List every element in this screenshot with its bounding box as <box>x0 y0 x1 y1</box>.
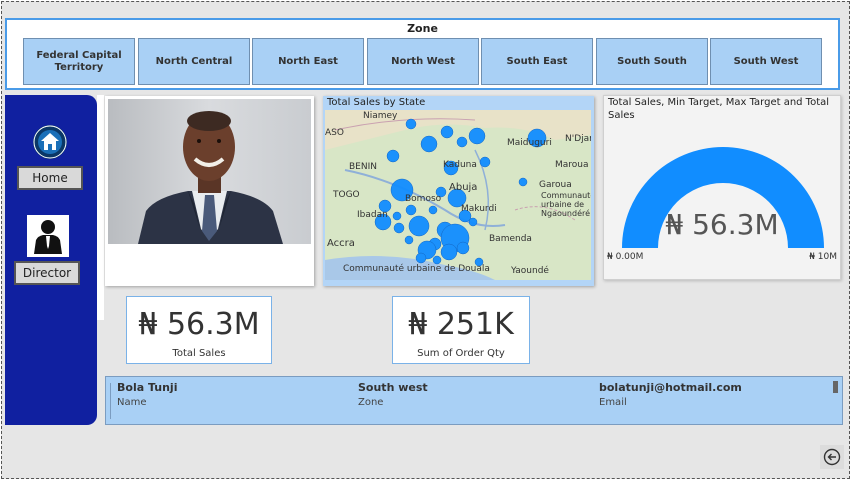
director-name-column: Bola Tunji Name <box>117 381 177 408</box>
map-label: BENIN <box>349 162 377 172</box>
home-icon[interactable] <box>33 125 67 159</box>
director-zone: South west <box>358 381 428 394</box>
zone-option-north-east[interactable]: North East <box>252 38 364 85</box>
map-label: TOGO <box>333 190 360 200</box>
back-arrow-icon <box>823 448 841 466</box>
director-zone-label: Zone <box>358 397 384 408</box>
director-icon[interactable] <box>27 215 69 257</box>
info-divider <box>110 383 111 419</box>
map-label: Accra <box>327 238 355 249</box>
map-label: Communauté urbaine de Ngaoundéré <box>541 191 591 218</box>
zone-option-north-central[interactable]: North Central <box>138 38 250 85</box>
map-label: ASO <box>325 128 344 138</box>
map-label: Yaoundé <box>511 266 549 276</box>
zone-option-fct[interactable]: Federal Capital Territory <box>23 38 135 85</box>
director-name-label: Name <box>117 397 147 408</box>
total-sales-card: ₦ 56.3M Total Sales <box>126 296 272 364</box>
director-email: bolatunji@hotmail.com <box>599 381 742 394</box>
gauge-min-label: ₦ 0.00M <box>607 252 644 262</box>
order-qty-value: ₦ 251K <box>408 307 514 342</box>
order-qty-label: Sum of Order Qty <box>417 348 505 359</box>
map-label: Kaduna <box>443 160 477 170</box>
map-label: Maiduguri <box>507 138 552 148</box>
zone-option-south-south[interactable]: South South <box>596 38 708 85</box>
map-label: Bamenda <box>489 234 532 244</box>
report-canvas: Zone Federal Capital Territory North Cen… <box>1 1 850 479</box>
director-email-column: bolatunji@hotmail.com Email <box>599 381 742 408</box>
sidebar-divider <box>97 95 104 320</box>
director-zone-column: South west Zone <box>358 381 428 408</box>
map-label: Garoua <box>539 180 572 190</box>
map-label: Abuja <box>449 182 478 193</box>
sales-by-state-map: Total Sales by State Niamey N'Djar Maidu… <box>323 96 594 286</box>
zone-slicer: Zone Federal Capital Territory North Cen… <box>5 18 840 90</box>
gauge-value: ₦ 56.3M <box>665 208 779 241</box>
map-title: Total Sales by State <box>327 97 426 108</box>
zone-slicer-title: Zone <box>407 22 438 35</box>
sidebar: Home Director <box>5 95 97 425</box>
map-label: Bomoso <box>405 194 442 204</box>
zone-option-south-east[interactable]: South East <box>481 38 593 85</box>
map-label: N'Djar <box>565 134 591 144</box>
director-email-label: Email <box>599 397 627 408</box>
map-label: Communauté urbaine de Douala <box>343 264 490 274</box>
zone-option-north-west[interactable]: North West <box>367 38 479 85</box>
map-label: Ibadan <box>357 210 388 220</box>
director-photo <box>108 99 311 244</box>
gauge-max-label: ₦ 10M <box>809 252 837 262</box>
home-button[interactable]: Home <box>17 166 83 190</box>
total-sales-label: Total Sales <box>172 348 226 359</box>
map-canvas[interactable]: Niamey N'Djar Maiduguri Kaduna Maroua BE… <box>325 110 591 280</box>
director-photo-card <box>105 96 314 286</box>
order-qty-card: ₦ 251K Sum of Order Qty <box>392 296 530 364</box>
map-label: Niamey <box>363 111 398 121</box>
director-name: Bola Tunji <box>117 381 178 394</box>
director-button[interactable]: Director <box>14 261 80 285</box>
sales-target-gauge: Total Sales, Min Target, Max Target and … <box>603 95 841 280</box>
map-label: Maroua <box>555 160 589 170</box>
director-info-table: Bola Tunji Name South west Zone bolatunj… <box>105 376 843 425</box>
scrollbar[interactable] <box>833 381 838 393</box>
map-label: Makurdi <box>461 204 497 214</box>
zone-option-south-west[interactable]: South West <box>710 38 822 85</box>
back-button[interactable] <box>820 445 844 469</box>
total-sales-value: ₦ 56.3M <box>138 307 260 342</box>
